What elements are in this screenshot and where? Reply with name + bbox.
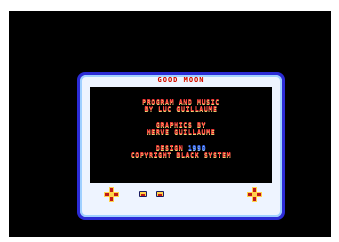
game-screen: GOOD MOON PROGRAM AND MUSIC BY LUC GUILL… xyxy=(9,11,331,237)
credit-copyright: COPYRIGHT BLACK SYSTEM xyxy=(130,151,232,159)
game-title: GOOD MOON xyxy=(157,76,205,84)
plus-cross-icon[interactable] xyxy=(247,187,262,202)
frame-bezel: GOOD MOON PROGRAM AND MUSIC BY LUC GUILL… xyxy=(80,75,282,217)
credits-panel: PROGRAM AND MUSIC BY LUC GUILLAUME GRAPH… xyxy=(90,87,272,183)
plus-core xyxy=(252,192,257,197)
frame-rim: GOOD MOON PROGRAM AND MUSIC BY LUC GUILL… xyxy=(77,72,285,220)
small-block-icon[interactable] xyxy=(156,191,164,197)
small-block-icon[interactable] xyxy=(139,191,147,197)
plus-core xyxy=(109,192,114,197)
credit-program-line2: BY LUC GUILLAUME xyxy=(144,105,218,113)
credit-graphics-line2: HERVE GUILLAUME xyxy=(146,128,216,136)
plus-cross-icon[interactable] xyxy=(104,187,119,202)
